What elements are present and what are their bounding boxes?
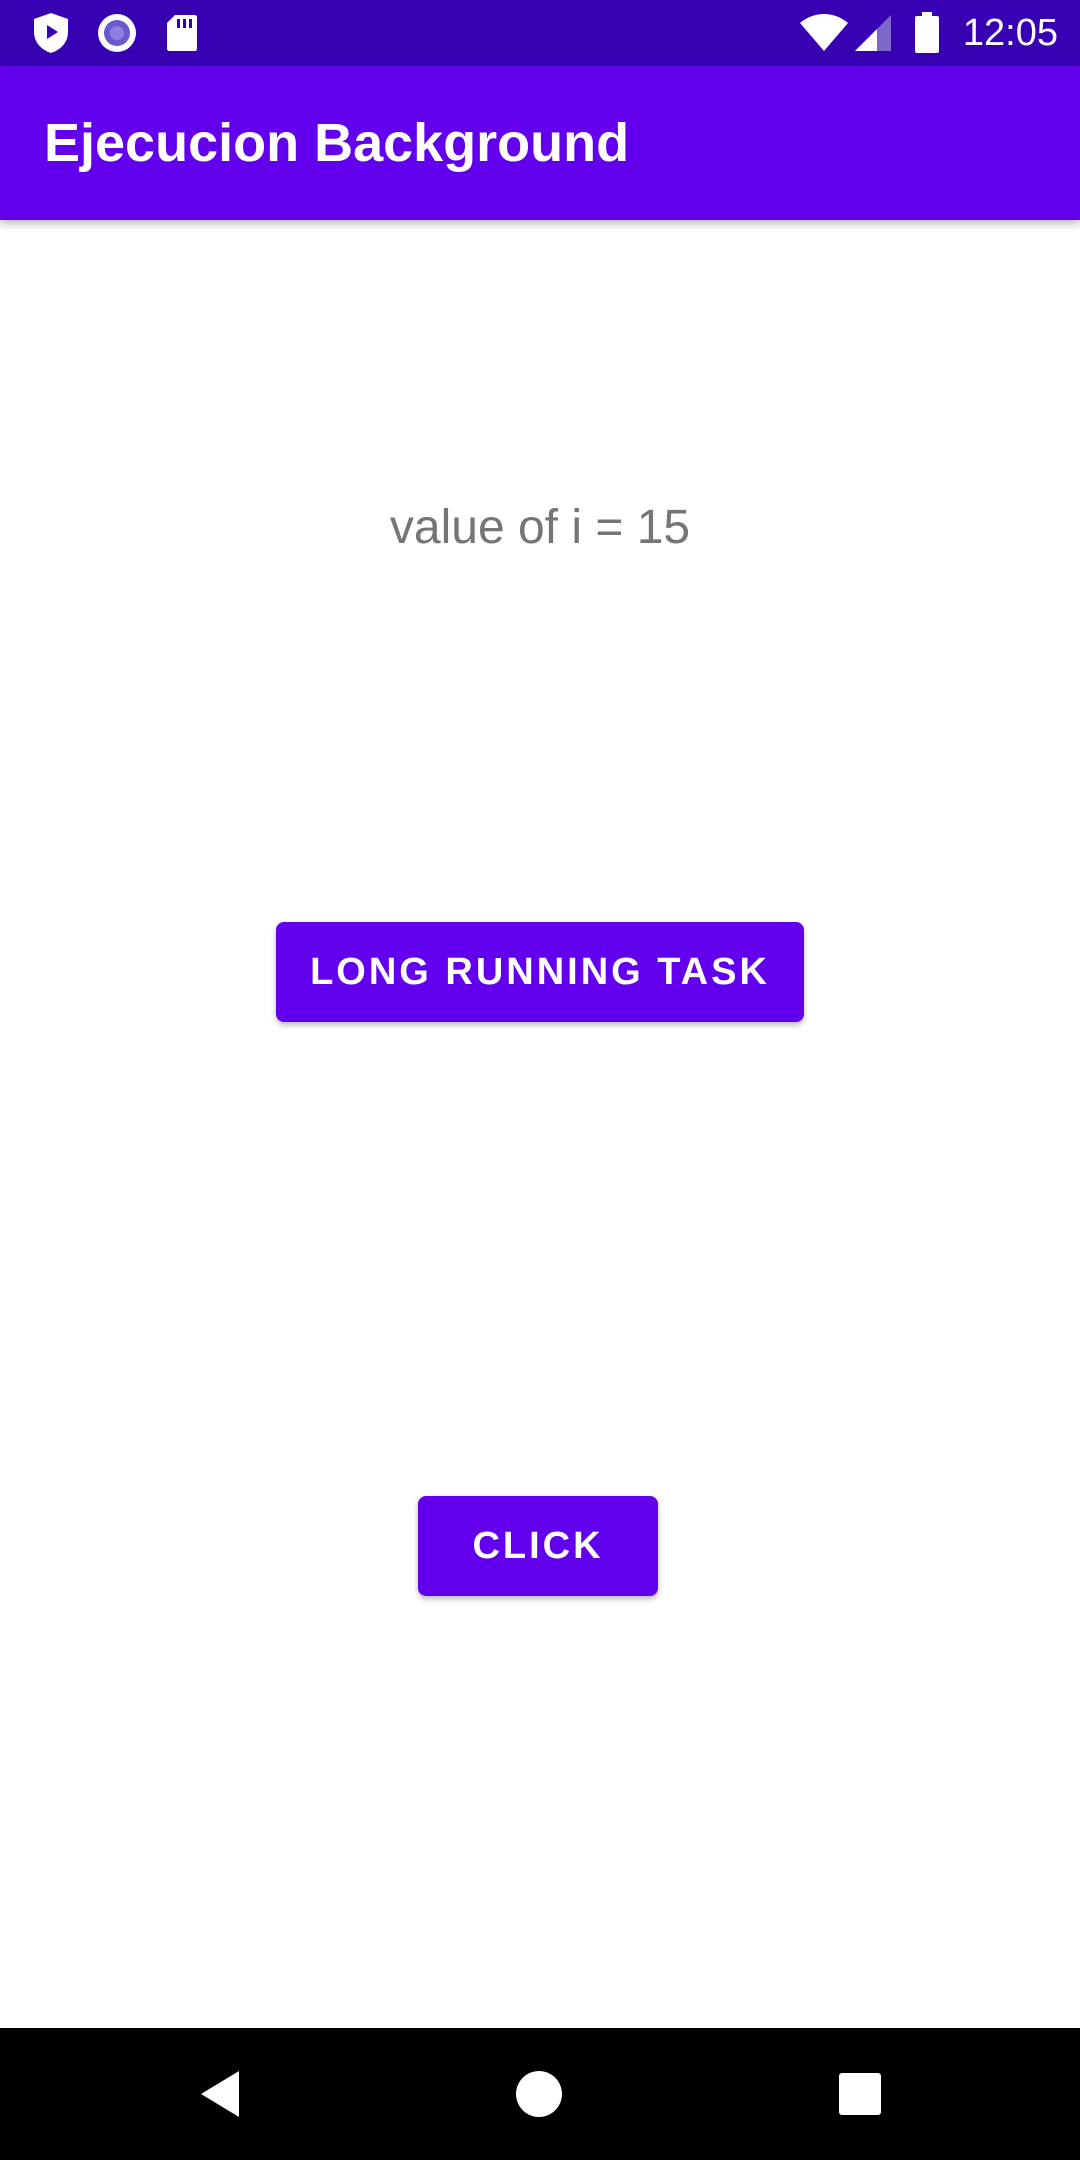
status-time: 12:05 xyxy=(962,12,1058,54)
value-label: value of i = 15 xyxy=(389,501,691,554)
back-icon[interactable] xyxy=(154,2028,286,2160)
shield-play-icon xyxy=(28,0,74,66)
navigation-bar xyxy=(0,2028,1080,2160)
click-button-label: CLICK xyxy=(472,1524,604,1567)
sd-card-icon xyxy=(162,0,202,66)
battery-icon xyxy=(910,0,944,66)
app-title: Ejecucion Background xyxy=(44,113,630,173)
wifi-icon xyxy=(796,0,852,66)
cell-signal-icon xyxy=(852,0,894,66)
radio-record-icon xyxy=(94,0,140,66)
long-running-task-button[interactable]: LONG RUNNING TASK xyxy=(276,922,804,1022)
app-screen: 12:05 Ejecucion Background value of i = … xyxy=(0,0,1080,2160)
click-button[interactable]: CLICK xyxy=(418,1496,658,1596)
status-bar: 12:05 xyxy=(0,0,1080,66)
long-running-task-button-label: LONG RUNNING TASK xyxy=(310,950,770,993)
recents-icon[interactable] xyxy=(794,2028,926,2160)
app-bar: Ejecucion Background xyxy=(0,66,1080,220)
home-icon[interactable] xyxy=(473,2028,605,2160)
